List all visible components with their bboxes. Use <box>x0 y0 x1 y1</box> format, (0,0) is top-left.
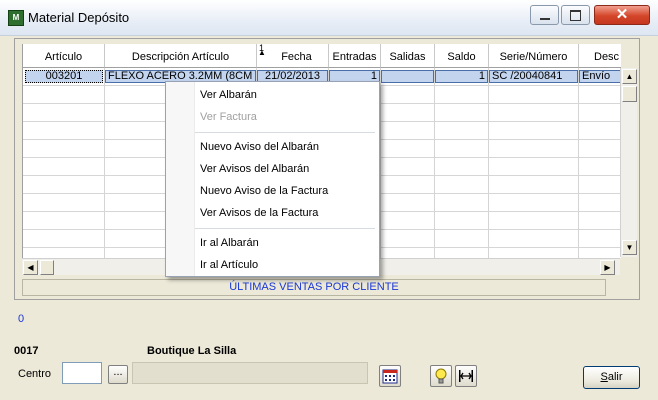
column-header-serie[interactable]: Serie/Número <box>489 44 579 68</box>
calendar-grid-icon <box>382 369 398 384</box>
sort-ascending-icon: ▲ <box>258 48 266 57</box>
menu-item-ver-avisos-albaran[interactable]: Ver Avisos del Albarán <box>200 161 309 177</box>
vertical-scrollbar[interactable]: ▲ ▼ <box>620 68 637 257</box>
context-menu: Ver Albarán Ver Factura Nuevo Aviso del … <box>165 81 380 277</box>
exit-button-accesskey: S <box>600 371 608 383</box>
menu-item-ver-albaran[interactable]: Ver Albarán <box>200 87 257 103</box>
fit-columns-button[interactable] <box>455 365 477 387</box>
menu-item-ir-albaran[interactable]: Ir al Albarán <box>200 235 259 251</box>
window-title: Material Depósito <box>28 10 130 25</box>
column-header-entradas[interactable]: Entradas <box>329 44 381 68</box>
horizontal-scroll-thumb[interactable] <box>40 260 54 275</box>
record-count: 0 <box>18 313 25 325</box>
client-name: Boutique La Silla <box>147 345 237 357</box>
menu-item-nuevo-aviso-albaran[interactable]: Nuevo Aviso del Albarán <box>200 139 319 155</box>
menu-item-nuevo-aviso-factura[interactable]: Nuevo Aviso de la Factura <box>200 183 328 199</box>
scroll-left-icon[interactable]: ◀ <box>23 260 38 275</box>
calendar-button[interactable] <box>379 365 401 387</box>
centro-description-field <box>132 362 368 384</box>
hint-button[interactable] <box>430 365 452 387</box>
menu-separator <box>195 228 375 229</box>
title-bar[interactable]: M Material Depósito ✕ <box>0 0 658 36</box>
minimize-icon <box>540 18 550 20</box>
column-header-desc[interactable]: Desc <box>579 44 621 68</box>
centro-input[interactable] <box>62 362 102 384</box>
menu-separator <box>195 132 375 133</box>
close-button[interactable]: ✕ <box>594 5 650 25</box>
cell-salidas[interactable] <box>381 70 434 83</box>
column-header-articulo[interactable]: Artículo <box>23 44 105 68</box>
column-header-fecha-label: Fecha <box>281 51 312 63</box>
minimize-button[interactable] <box>530 5 559 25</box>
column-header-salidas[interactable]: Salidas <box>381 44 435 68</box>
column-header-saldo[interactable]: Saldo <box>435 44 489 68</box>
close-icon: ✕ <box>615 6 629 23</box>
column-header-fecha[interactable]: 1 ▲ Fecha <box>257 44 329 68</box>
column-fit-icon <box>459 370 473 382</box>
section-banner: ÚLTIMAS VENTAS POR CLIENTE <box>22 279 606 296</box>
scroll-down-icon[interactable]: ▼ <box>622 240 637 255</box>
menu-item-ver-factura: Ver Factura <box>200 111 257 123</box>
main-window: M Material Depósito ✕ Artículo Descripci… <box>0 0 658 400</box>
maximize-icon <box>570 10 581 21</box>
context-menu-icon-strip <box>166 82 195 276</box>
menu-item-ver-avisos-factura[interactable]: Ver Avisos de la Factura <box>200 205 318 221</box>
scroll-up-icon[interactable]: ▲ <box>622 69 637 84</box>
scroll-corner <box>620 258 637 275</box>
client-code: 0017 <box>14 345 39 357</box>
centro-label: Centro <box>18 368 52 380</box>
vertical-scroll-thumb[interactable] <box>622 86 637 102</box>
cell-desc[interactable]: Envío <box>579 70 621 83</box>
exit-button[interactable]: Salir <box>583 366 640 389</box>
cell-serie[interactable]: SC /20040841 <box>489 70 578 83</box>
maximize-button[interactable] <box>561 5 590 25</box>
menu-item-ir-articulo[interactable]: Ir al Artículo <box>200 257 258 273</box>
cell-articulo[interactable]: 003201 <box>25 70 103 83</box>
app-icon: M <box>8 10 24 26</box>
column-header-descripcion[interactable]: Descripción Artículo <box>105 44 257 68</box>
lightbulb-icon <box>435 368 447 384</box>
centro-lookup-button[interactable]: ... <box>108 365 128 384</box>
scroll-right-icon[interactable]: ▶ <box>600 260 615 275</box>
cell-saldo[interactable]: 1 <box>435 70 488 83</box>
exit-button-label: alir <box>607 371 623 383</box>
